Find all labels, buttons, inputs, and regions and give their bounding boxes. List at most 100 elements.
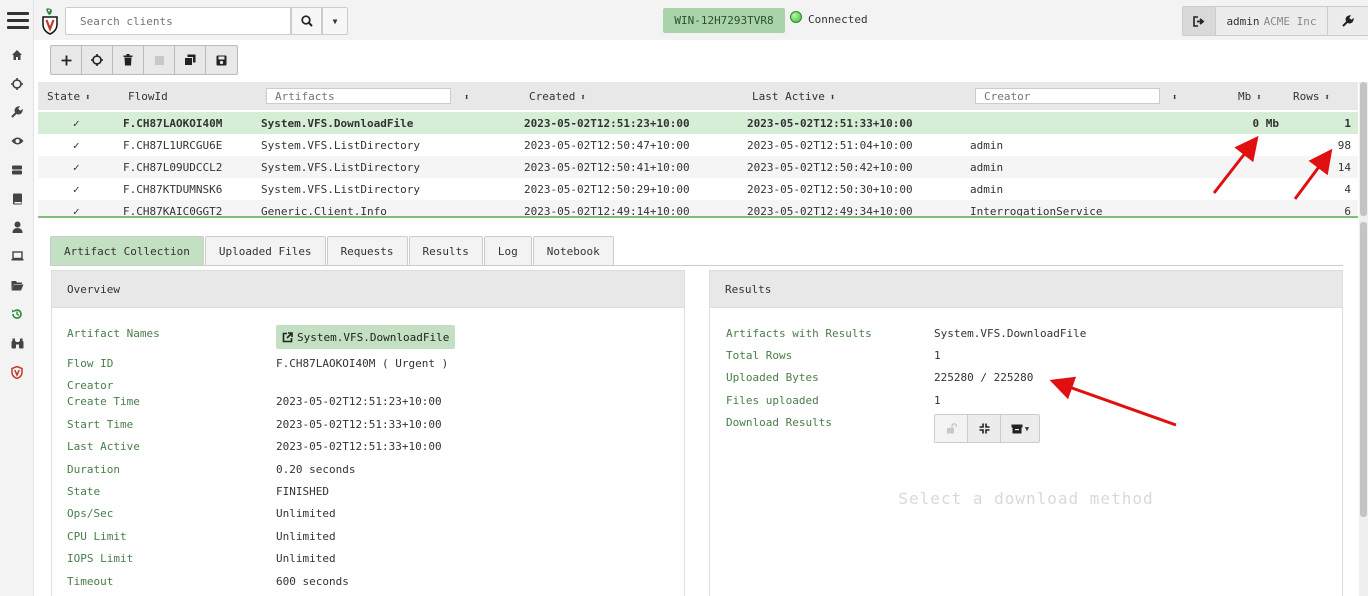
table-row[interactable]: ✓ F.CH87KTDUMNSK6 System.VFS.ListDirecto… — [38, 178, 1358, 200]
rows-cell: 4 — [1344, 183, 1351, 196]
user-icon[interactable] — [0, 217, 34, 237]
table-scrollbar-thumb[interactable] — [1360, 82, 1367, 216]
results-panel-title: Results — [710, 271, 1342, 308]
new-hunt-from-collection-button[interactable] — [82, 46, 113, 74]
crosshair-icon[interactable] — [0, 74, 34, 94]
org-name: ACME Inc — [1263, 14, 1317, 28]
field-label: Download Results — [726, 416, 832, 429]
tab-results[interactable]: Results — [408, 236, 483, 266]
server-icon[interactable] — [0, 160, 34, 180]
creator-cell: InterrogationService — [970, 205, 1103, 218]
field-label: IOPS Limit — [67, 552, 134, 565]
folder-open-icon[interactable] — [0, 275, 34, 295]
tab-notebook[interactable]: Notebook — [532, 236, 614, 266]
logout-button[interactable] — [1183, 7, 1215, 35]
sort-icon[interactable]: ⬍ — [1325, 93, 1330, 103]
archive-download-dropdown[interactable]: ▼ — [1001, 415, 1039, 442]
column-header-last-active[interactable]: Last Active ⬍ — [752, 90, 835, 103]
table-row[interactable]: ✓ F.CH87L09UDCCL2 System.VFS.ListDirecto… — [38, 156, 1358, 178]
new-collection-button[interactable] — [51, 46, 82, 74]
last-active-cell: 2023-05-02T12:51:33+10:00 — [747, 117, 913, 130]
last-active-cell: 2023-05-02T12:50:42+10:00 — [747, 161, 913, 174]
column-header-mb[interactable]: Mb ⬍ — [1238, 90, 1262, 103]
flows-table: State⬍ FlowId ⬍ Created⬍ Last Active⬍ ⬍ … — [38, 82, 1358, 218]
field-label: Timeout — [67, 575, 114, 588]
column-header-flowid[interactable]: FlowId — [128, 90, 168, 103]
rows-cell: 1 — [1344, 117, 1351, 130]
home-icon[interactable] — [0, 45, 34, 65]
table-row[interactable]: ✓ F.CH87L1URCGU6E System.VFS.ListDirecto… — [38, 134, 1358, 156]
sort-icon[interactable]: ⬍ — [85, 93, 90, 103]
caret-down-icon: ▼ — [1024, 424, 1030, 433]
artifact-cell: Generic.Client.Info — [261, 205, 387, 218]
left-sidebar — [0, 0, 34, 596]
wrench-icon[interactable] — [0, 102, 34, 122]
table-row[interactable]: ✓ F.CH87KAIC0GGT2 Generic.Client.Info 20… — [38, 200, 1358, 218]
artifact-cell: System.VFS.ListDirectory — [261, 139, 420, 152]
unlock-icon — [946, 423, 957, 434]
artifacts-filter-input[interactable] — [266, 88, 451, 104]
laptop-icon[interactable] — [0, 246, 34, 266]
compress-download-button[interactable] — [968, 415, 1001, 442]
field-label: Creator — [67, 379, 114, 392]
book-icon[interactable] — [0, 189, 34, 209]
page-scrollbar-thumb[interactable] — [1360, 222, 1367, 517]
trash-icon — [123, 54, 133, 66]
field-label: State — [67, 485, 101, 498]
lock-download-button[interactable] — [935, 415, 968, 442]
overview-panel: Overview Artifact Names System.VFS.Downl… — [51, 270, 685, 596]
table-row[interactable]: ✓ F.CH87LAOKOI40M System.VFS.DownloadFil… — [38, 112, 1358, 134]
field-label: Create Time — [67, 395, 140, 408]
user-settings-button[interactable] — [1328, 7, 1368, 35]
last-active-cell: 2023-05-02T12:49:34+10:00 — [747, 205, 913, 218]
field-label: Last Active — [67, 440, 140, 453]
sort-icon[interactable]: ⬍ — [459, 90, 469, 103]
save-collection-button[interactable] — [206, 46, 237, 74]
field-label: Start Time — [67, 418, 134, 431]
flows-table-header: State⬍ FlowId ⬍ Created⬍ Last Active⬍ ⬍ … — [38, 82, 1358, 110]
sort-icon[interactable]: ⬍ — [580, 93, 585, 103]
field-value: 1 — [934, 349, 941, 362]
state-check-icon: ✓ — [73, 205, 80, 218]
artifact-link-button[interactable]: System.VFS.DownloadFile — [276, 325, 456, 349]
history-icon[interactable] — [0, 304, 34, 324]
client-id-badge[interactable]: WIN-12H7293TVR8 — [663, 8, 785, 33]
download-method-placeholder: Select a download method — [898, 489, 1154, 508]
column-header-rows[interactable]: Rows ⬍ — [1293, 90, 1330, 103]
rows-cell: 14 — [1337, 161, 1351, 174]
flow-id-cell: F.CH87KTDUMNSK6 — [123, 183, 223, 196]
eye-icon[interactable] — [0, 131, 34, 151]
sign-out-icon — [1193, 15, 1205, 27]
wrench-icon — [1342, 15, 1354, 27]
column-header-created[interactable]: Created ⬍ — [529, 90, 586, 103]
sort-icon[interactable]: ⬍ — [830, 93, 835, 103]
search-clients-input[interactable] — [65, 7, 291, 35]
tab-artifact-collection[interactable]: Artifact Collection — [50, 236, 204, 266]
flow-id-cell: F.CH87KAIC0GGT2 — [123, 205, 223, 218]
flows-toolbar — [50, 45, 238, 75]
tab-uploaded-files[interactable]: Uploaded Files — [204, 236, 326, 266]
flow-id-cell: F.CH87LAOKOI40M — [123, 117, 223, 130]
artifact-cell: System.VFS.ListDirectory — [261, 183, 420, 196]
binoculars-icon[interactable] — [0, 333, 34, 353]
created-cell: 2023-05-02T12:50:47+10:00 — [524, 139, 690, 152]
copy-collection-button[interactable] — [175, 46, 206, 74]
cancel-collection-button[interactable] — [144, 46, 175, 74]
tab-log[interactable]: Log — [483, 236, 532, 266]
caret-down-icon: ▼ — [332, 16, 338, 26]
search-button[interactable] — [291, 7, 322, 35]
field-value: 2023-05-02T12:51:33+10:00 — [276, 440, 442, 453]
column-header-state[interactable]: State ⬍ — [47, 90, 91, 103]
search-icon — [300, 15, 313, 27]
hamburger-menu-icon[interactable] — [7, 12, 29, 30]
sort-icon[interactable]: ⬍ — [1167, 90, 1177, 103]
search-options-dropdown[interactable]: ▼ — [322, 7, 348, 35]
delete-collection-button[interactable] — [113, 46, 144, 74]
user-menu-button[interactable]: admin ACME Inc — [1215, 7, 1328, 35]
tab-requests[interactable]: Requests — [326, 236, 408, 266]
sort-icon[interactable]: ⬍ — [1256, 93, 1261, 103]
creator-filter-input[interactable] — [975, 88, 1160, 104]
velociraptor-shield-icon[interactable] — [0, 362, 34, 382]
top-bar: ▼ WIN-12H7293TVR8 Connected admin ACME I… — [34, 0, 1368, 40]
velociraptor-logo-icon — [40, 7, 60, 35]
